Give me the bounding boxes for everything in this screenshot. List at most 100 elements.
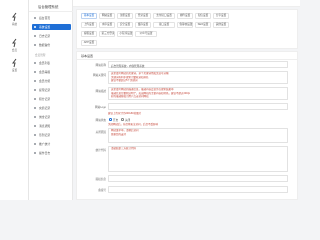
sidebar-item-label: 会员等级 <box>39 70 51 75</box>
tab[interactable]: 登录设置 <box>135 13 151 19</box>
panel-title: 基本设置 <box>81 54 94 58</box>
log-icon <box>34 34 37 37</box>
sidebar-item[interactable]: 佣金记录 <box>32 114 71 120</box>
tab[interactable]: 短信设置 <box>195 13 211 19</box>
sidebar-item[interactable]: 提现记录 <box>32 87 71 93</box>
sidebar-item[interactable]: 操作日志 <box>32 150 71 156</box>
logo-input[interactable] <box>108 103 288 110</box>
tab[interactable]: 第三方登录 <box>99 31 115 37</box>
rail-item-member[interactable]: 会员 <box>0 38 29 58</box>
radio-open[interactable] <box>109 118 112 121</box>
sidebar-item-label: 提现记录 <box>39 88 51 93</box>
site-name-input[interactable]: 后台管理系统 - 内容管理系统 <box>108 61 288 68</box>
icp-input[interactable] <box>108 186 288 193</box>
list-icon <box>34 142 37 145</box>
tab[interactable]: 支付接口设置 <box>153 13 175 19</box>
sidebar-item[interactable]: 会员分组 <box>32 78 71 84</box>
sidebar-item-label: 日志记录 <box>39 34 51 39</box>
settings-icon <box>34 25 37 28</box>
tab[interactable]: 客服设置 <box>81 31 97 37</box>
list-icon <box>34 115 37 118</box>
field-line: 请粘贴第三方统计代码 <box>111 147 137 150</box>
field-label: 网站描述 <box>95 90 106 93</box>
backup-icon <box>34 43 37 46</box>
tab[interactable]: 公众号设置 <box>135 31 157 37</box>
sidebar-item-system-settings[interactable]: 系统设置 <box>32 24 71 30</box>
sidebar-item-label: 后台首页 <box>39 16 51 21</box>
tab[interactable]: 分享设置 <box>213 13 229 19</box>
list-icon <box>34 133 37 136</box>
sidebar-item-backup[interactable]: 数据备份 <box>32 42 71 48</box>
status-hint: 关闭网站后，前台将无法访问，后台不受影响 <box>108 123 159 126</box>
copyright-input[interactable] <box>108 175 288 182</box>
field-label: 网站名称 <box>95 64 106 67</box>
tab[interactable]: 基本设置 <box>81 13 97 19</box>
rail-item-label: 设置 <box>11 69 18 72</box>
stats-code-textarea[interactable]: 请粘贴第三方统计代码 <box>108 146 288 172</box>
sidebar-item-label: 充值记录 <box>39 106 51 111</box>
field-label: 网站Logo <box>95 106 106 109</box>
settings-tabs: 基本设置 网站设置 注册设置 登录设置 支付接口设置 邮件设置 短信设置 分享设… <box>76 9 298 49</box>
tab[interactable]: 其他设置 <box>213 22 229 28</box>
sidebar-item[interactable]: 签到记录 <box>32 132 71 138</box>
close-reason-textarea[interactable]: 网站维护中，请稍后访问 感谢您的支持 <box>108 128 288 143</box>
sidebar-item-label: 会员列表 <box>39 61 51 66</box>
list-icon <box>34 124 37 127</box>
list-icon <box>34 88 37 91</box>
sidebar-item-label: 操作日志 <box>39 151 51 156</box>
tab[interactable]: 邮件设置 <box>177 13 193 19</box>
tab[interactable]: 网站设置 <box>99 13 115 19</box>
tab[interactable]: 安全设置 <box>117 22 133 28</box>
sidebar-item-logs[interactable]: 日志记录 <box>32 33 71 39</box>
icon-rail: 系统 会员 设置 <box>0 0 29 200</box>
field-label: 版权信息 <box>95 178 106 181</box>
field-label: 备案号 <box>98 189 106 192</box>
tab[interactable]: 水印设置 <box>99 22 115 28</box>
tab[interactable]: 缓存设置 <box>135 22 151 28</box>
system-icon <box>11 12 16 22</box>
tab[interactable]: 接口设置 <box>153 22 175 28</box>
sidebar-item[interactable]: 会员列表 <box>32 60 71 66</box>
nav-group-label: 会员管理 <box>35 54 46 57</box>
rail-item-label: 会员 <box>11 49 18 52</box>
field-label: 网站状态 <box>95 119 106 122</box>
field-value: 后台管理系统 - 内容管理系统 <box>111 64 145 68</box>
sidebar-item-home[interactable]: 后台首页 <box>32 15 71 21</box>
logo-hint: 建议上传尺寸为200x60的图片 <box>108 112 142 115</box>
list-icon <box>34 61 37 64</box>
rail-item-settings[interactable]: 设置 <box>0 58 29 78</box>
description-textarea[interactable]: 这里填写网站的描述信息，描述内容会显示在搜索结果中 描述信息尽量简洁明了，突出网… <box>108 87 288 100</box>
sidebar-item[interactable]: 消息通知 <box>32 123 71 129</box>
tab[interactable]: 注册设置 <box>117 13 133 19</box>
sidebar-item-label: 数据备份 <box>39 43 51 48</box>
sidebar-item[interactable]: 积分记录 <box>32 96 71 102</box>
list-icon <box>34 79 37 82</box>
list-icon <box>34 97 37 100</box>
tab[interactable]: SEO设置 <box>195 22 211 28</box>
field-label: 统计代码 <box>95 149 106 152</box>
sidebar-item[interactable]: 推广统计 <box>32 141 71 147</box>
top-bar <box>73 0 300 7</box>
sidebar-item[interactable]: 会员等级 <box>32 69 71 75</box>
field-line: 建议不要超过5个关键词 <box>111 79 138 83</box>
sidebar-item-label: 积分记录 <box>39 97 51 102</box>
tab[interactable]: 上传设置 <box>81 22 97 28</box>
settings-panel: 基本设置 网站名称 后台管理系统 - 内容管理系统 网站关键词 这里填写网站的关… <box>76 51 298 200</box>
rail-item-system[interactable]: 系统 <box>0 12 29 32</box>
sidebar-item-label: 佣金记录 <box>39 115 51 120</box>
list-icon <box>34 151 37 154</box>
brand-header: 后台管理系统 <box>29 0 73 12</box>
field-label: 关闭原因 <box>95 131 106 134</box>
sidebar-item[interactable]: 充值记录 <box>32 105 71 111</box>
tab[interactable]: 小程序设置 <box>117 31 133 37</box>
tab[interactable]: APP设置 <box>81 40 97 46</box>
member-icon <box>11 38 16 48</box>
field-line: 好的描述能吸引用户点击访问网站 <box>111 95 149 99</box>
keywords-textarea[interactable]: 这里填写网站的关键词，多个关键词用英文逗号分隔 关键词有利于搜索引擎收录和排名 … <box>108 71 288 84</box>
sidebar-item-label: 会员分组 <box>39 79 51 84</box>
list-icon <box>34 106 37 109</box>
settings-icon <box>11 58 16 68</box>
radio-closed[interactable] <box>121 118 124 121</box>
tab[interactable]: 伪静态设置 <box>177 22 193 28</box>
sidebar-item-label: 推广统计 <box>39 142 51 147</box>
